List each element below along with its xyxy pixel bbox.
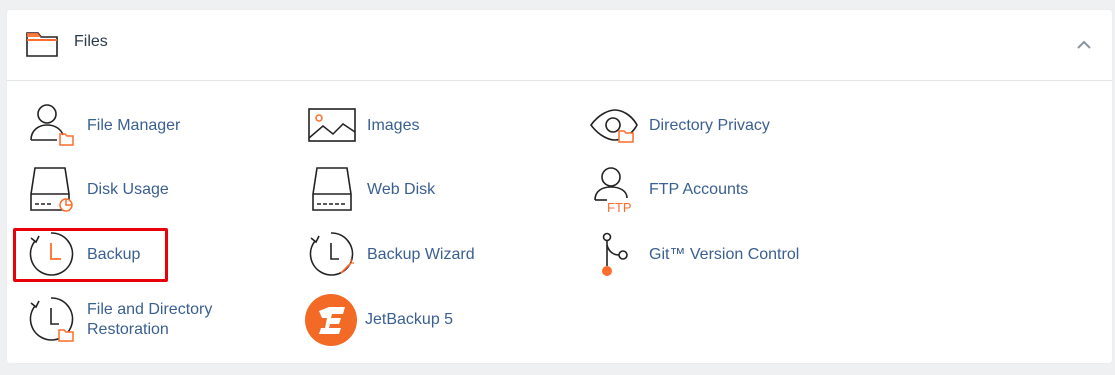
file-manager-icon <box>30 104 74 146</box>
disk-usage-icon <box>30 167 73 212</box>
disk-usage-label: Disk Usage <box>87 181 169 198</box>
directory-privacy-icon <box>590 109 638 143</box>
folder-icon <box>26 32 58 57</box>
file-restoration-label: File and Directory Restoration <box>87 301 213 338</box>
chevron-up-icon[interactable] <box>1073 34 1095 56</box>
ftp-accounts-icon: FTP <box>594 167 632 215</box>
panel-header[interactable]: Files <box>7 10 1112 81</box>
git-version-control-label: Git™ Version Control <box>649 246 800 263</box>
jetbackup-label: JetBackup 5 <box>365 311 454 328</box>
panel-title: Files <box>74 33 108 50</box>
web-disk-label: Web Disk <box>367 181 436 198</box>
file-manager-label: File Manager <box>87 117 181 134</box>
jetbackup-logo-icon <box>305 294 357 346</box>
backup-wizard-icon <box>309 232 354 276</box>
web-disk-icon <box>312 167 352 211</box>
svg-text:FTP: FTP <box>607 200 632 215</box>
backup-icon <box>29 232 74 276</box>
directory-privacy-label: Directory Privacy <box>649 117 770 134</box>
backup-label: Backup <box>87 246 141 263</box>
backup-wizard-label: Backup Wizard <box>367 246 475 263</box>
images-label: Images <box>367 117 420 134</box>
images-icon <box>308 108 356 142</box>
file-restoration-icon <box>29 297 74 342</box>
ftp-accounts-label: FTP Accounts <box>649 181 749 198</box>
git-icon <box>602 232 628 276</box>
